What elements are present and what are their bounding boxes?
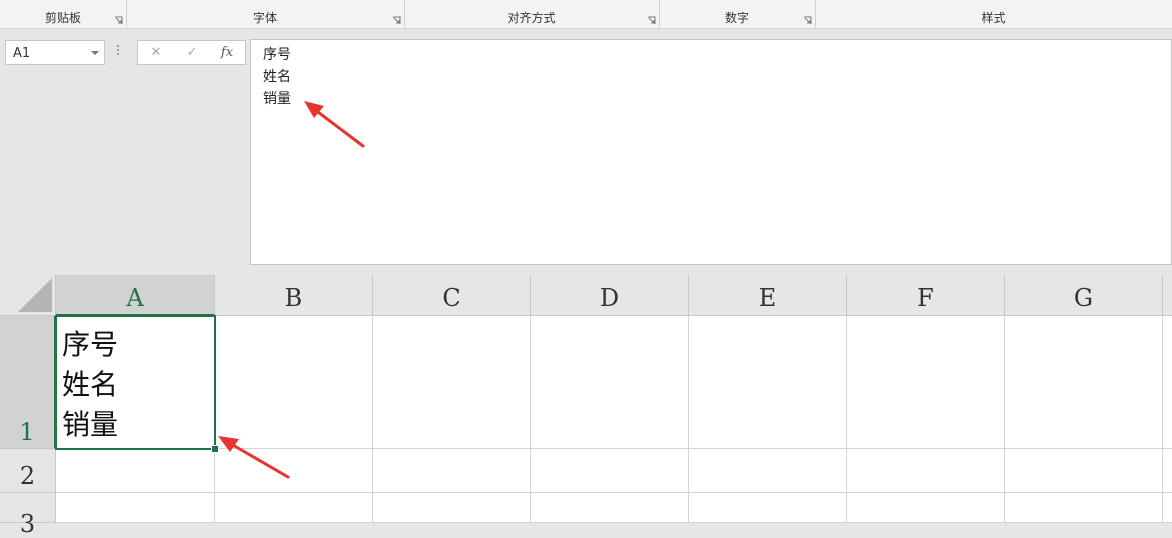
row-header-1[interactable]: 1 [0, 316, 56, 449]
cell-b1[interactable] [215, 316, 373, 449]
cell-e1[interactable] [689, 316, 847, 449]
cell-g1[interactable] [1005, 316, 1163, 449]
column-header-f[interactable]: F [847, 275, 1005, 316]
cell-line: 序号 [62, 328, 119, 361]
cell-h2[interactable] [1163, 449, 1172, 493]
column-header-d[interactable]: D [531, 275, 689, 316]
cell-e2[interactable] [689, 449, 847, 493]
column-header-e[interactable]: E [689, 275, 847, 316]
name-box[interactable]: A1 [5, 40, 105, 65]
chevron-down-icon[interactable] [91, 51, 99, 55]
formula-area: A1 ✕ ✓ fx 序号 姓名 销量 [0, 29, 1172, 275]
dialog-launcher-icon[interactable] [803, 16, 812, 25]
cell-a2[interactable] [56, 449, 215, 493]
formula-line: 销量 [263, 91, 291, 107]
ribbon-group-styles-label: 样式 [981, 11, 1006, 25]
column-header-c[interactable]: C [373, 275, 531, 316]
ribbon-group-font: 字体 [126, 0, 405, 28]
formula-buttons: ✕ ✓ fx [137, 40, 246, 65]
cell-b2[interactable] [215, 449, 373, 493]
ribbon-group-number: 数字 [659, 0, 816, 28]
column-header-b[interactable]: B [215, 275, 373, 316]
worksheet-grid: A B C D E F G 1 2 3 序号 姓名 销量 [0, 275, 1172, 538]
row-header-2[interactable]: 2 [0, 449, 56, 493]
cell-line: 姓名 [62, 368, 119, 401]
cell-f2[interactable] [847, 449, 1005, 493]
enter-icon[interactable]: ✓ [181, 44, 203, 62]
cell-d2[interactable] [531, 449, 689, 493]
formula-line: 姓名 [263, 69, 291, 85]
dialog-launcher-icon[interactable] [647, 16, 656, 25]
ribbon-group-alignment-label: 对齐方式 [507, 11, 556, 25]
ribbon-group-clipboard: 剪贴板 [0, 0, 127, 28]
cell-c1[interactable] [373, 316, 531, 449]
ribbon-group-font-label: 字体 [252, 11, 277, 25]
cell-h1[interactable] [1163, 316, 1172, 449]
ribbon-group-alignment: 对齐方式 [404, 0, 660, 28]
name-box-value: A1 [13, 46, 31, 61]
column-header-g[interactable]: G [1005, 275, 1163, 316]
fill-handle[interactable] [211, 445, 219, 453]
cell-d1[interactable] [531, 316, 689, 449]
cell-a1-text: 序号 姓名 销量 [62, 325, 118, 445]
column-header-partial[interactable] [1163, 275, 1172, 316]
ribbon-group-clipboard-label: 剪贴板 [44, 11, 81, 25]
cell-c2[interactable] [373, 449, 531, 493]
select-all-triangle-icon [18, 278, 52, 312]
column-header-a[interactable]: A [56, 275, 215, 316]
cell-line: 销量 [62, 408, 119, 441]
ribbon-group-styles: 样式 [815, 0, 1172, 28]
formula-input[interactable]: 序号 姓名 销量 [250, 39, 1172, 265]
ribbon-group-bar: 剪贴板 字体 对齐方式 数字 样式 [0, 0, 1172, 29]
cancel-icon[interactable]: ✕ [145, 44, 167, 62]
cell-f1[interactable] [847, 316, 1005, 449]
ribbon-group-number-label: 数字 [724, 11, 749, 25]
formula-text: 序号 姓名 销量 [263, 44, 291, 110]
cell-a1[interactable]: 序号 姓名 销量 [56, 316, 215, 449]
dialog-launcher-icon[interactable] [114, 16, 123, 25]
cell-g2[interactable] [1005, 449, 1163, 493]
splitter-handle[interactable] [117, 45, 120, 57]
select-all-button[interactable] [0, 275, 56, 316]
insert-function-button[interactable]: fx [216, 44, 238, 62]
dialog-launcher-icon[interactable] [392, 16, 401, 25]
formula-line: 序号 [263, 47, 291, 63]
